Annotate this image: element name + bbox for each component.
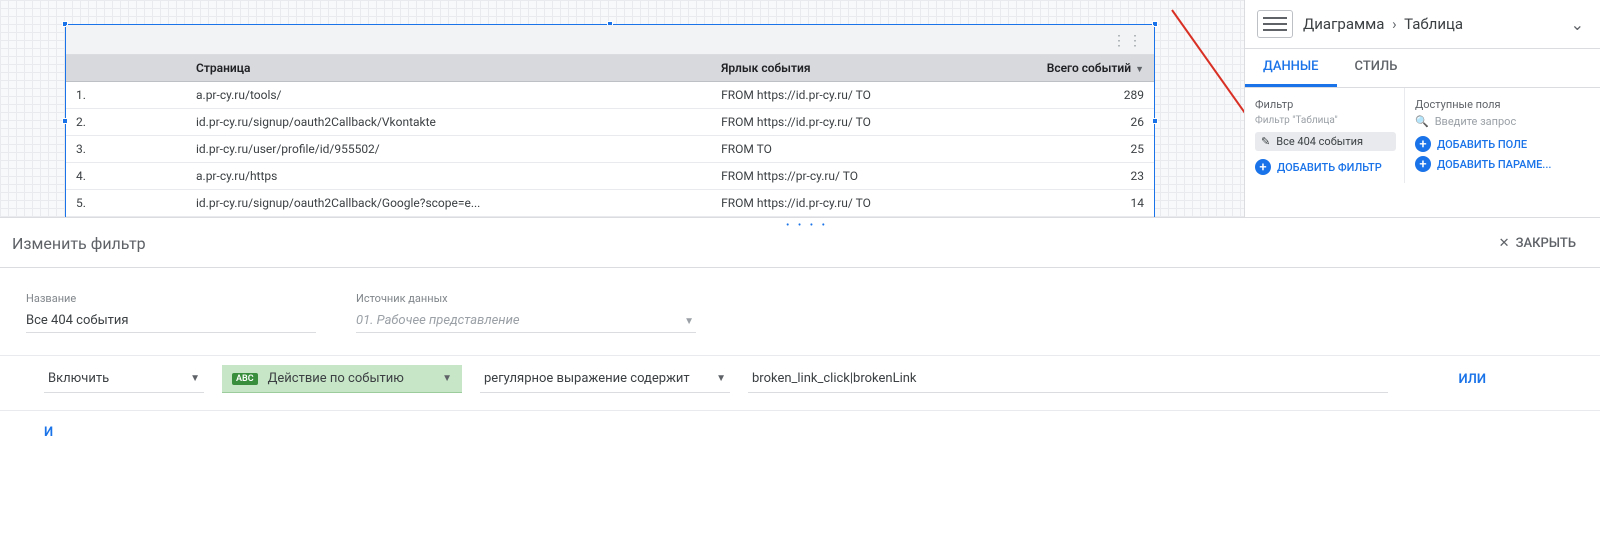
table-widget[interactable]: ⋮⋮ Страница Ярлык события Всего событий▼… [65, 24, 1155, 218]
operator-select[interactable]: регулярное выражение содержит▼ [480, 365, 730, 393]
close-icon: ✕ [1499, 236, 1510, 251]
row-index: 2. [66, 109, 186, 136]
condition-row: Включить▼ ABC Действие по событию ▼ регу… [0, 355, 1600, 411]
row-total: 25 [1004, 136, 1154, 163]
breadcrumb[interactable]: Диаграмма › Таблица [1303, 15, 1561, 33]
or-button[interactable]: ИЛИ [1458, 372, 1556, 387]
filter-editor-panel: Изменить фильтр ✕ ЗАКРЫТЬ Название Источ… [0, 226, 1600, 454]
condition-value-input[interactable] [748, 365, 1388, 393]
dimension-select[interactable]: ABC Действие по событию ▼ [222, 365, 462, 393]
rp-tabs: ДАННЫЕ СТИЛЬ [1245, 49, 1600, 88]
close-button[interactable]: ✕ ЗАКРЫТЬ [1499, 236, 1576, 251]
table-row[interactable]: 4.a.pr-cy.ru/httpsFROM https://pr-cy.ru/… [66, 163, 1154, 190]
filter-chip-label: Все 404 события [1276, 135, 1363, 148]
row-page: a.pr-cy.ru/tools/ [186, 82, 711, 109]
filter-sublabel: Фильтр "Таблица" [1255, 115, 1396, 126]
row-total: 14 [1004, 190, 1154, 217]
chevron-right-icon: › [1392, 15, 1397, 33]
drag-handle-icon[interactable]: ⋮⋮ [1112, 33, 1144, 49]
sort-desc-icon: ▼ [1135, 65, 1144, 75]
resize-handle[interactable] [62, 118, 68, 124]
breadcrumb-leaf: Таблица [1404, 15, 1463, 33]
row-label: FROM https://id.pr-cy.ru/ TO [711, 190, 1004, 217]
datasource-select[interactable] [356, 309, 696, 333]
row-label: FROM https://id.pr-cy.ru/ TO [711, 82, 1004, 109]
tab-data[interactable]: ДАННЫЕ [1245, 49, 1337, 87]
resize-handle[interactable] [1152, 118, 1158, 124]
col-index[interactable] [66, 55, 186, 82]
canvas-area[interactable]: ⋮⋮ Страница Ярлык события Всего событий▼… [0, 0, 1244, 218]
fields-section: Доступные поля 🔍 Введите запрос + ДОБАВИ… [1405, 88, 1600, 183]
data-table: Страница Ярлык события Всего событий▼ 1.… [66, 55, 1154, 217]
table-row[interactable]: 2.id.pr-cy.ru/signup/oauth2Callback/Vkon… [66, 109, 1154, 136]
and-button[interactable]: И [0, 411, 1600, 454]
field-search[interactable]: 🔍 Введите запрос [1415, 115, 1592, 128]
row-label: FROM https://id.pr-cy.ru/ TO [711, 109, 1004, 136]
search-icon: 🔍 [1415, 115, 1429, 128]
table-type-icon[interactable] [1257, 10, 1293, 38]
row-index: 1. [66, 82, 186, 109]
panel-divider[interactable] [0, 217, 1600, 218]
breadcrumb-root: Диаграмма [1303, 15, 1384, 33]
available-fields-label: Доступные поля [1415, 98, 1592, 111]
plus-icon: + [1415, 156, 1431, 172]
tab-style[interactable]: СТИЛЬ [1337, 49, 1416, 87]
row-label: FROM https://pr-cy.ru/ TO [711, 163, 1004, 190]
row-page: a.pr-cy.ru/https [186, 163, 711, 190]
editor-title: Изменить фильтр [12, 234, 146, 253]
chevron-down-icon: ▼ [684, 316, 694, 327]
ds-label: Источник данных [356, 292, 696, 305]
filter-chip[interactable]: ✎ Все 404 события [1255, 132, 1396, 151]
chevron-down-icon: ▼ [716, 373, 726, 384]
table-row[interactable]: 1.a.pr-cy.ru/tools/FROM https://id.pr-cy… [66, 82, 1154, 109]
chevron-down-icon: ▼ [190, 373, 200, 384]
name-field-group: Название [26, 292, 316, 333]
add-param-button[interactable]: + ДОБАВИТЬ ПАРАМЕ... [1415, 154, 1592, 174]
plus-icon: + [1415, 136, 1431, 152]
row-page: id.pr-cy.ru/signup/oauth2Callback/Google… [186, 190, 711, 217]
chevron-down-icon: ▼ [442, 373, 452, 384]
row-page: id.pr-cy.ru/signup/oauth2Callback/Vkonta… [186, 109, 711, 136]
col-total[interactable]: Всего событий▼ [1004, 55, 1154, 82]
row-index: 3. [66, 136, 186, 163]
right-panel: Диаграмма › Таблица ⌄ ДАННЫЕ СТИЛЬ Фильт… [1244, 0, 1600, 218]
name-label: Название [26, 292, 316, 305]
col-page[interactable]: Страница [186, 55, 711, 82]
rp-header: Диаграмма › Таблица ⌄ [1245, 0, 1600, 49]
row-total: 289 [1004, 82, 1154, 109]
row-index: 5. [66, 190, 186, 217]
include-exclude-select[interactable]: Включить▼ [44, 365, 204, 393]
table-row[interactable]: 3.id.pr-cy.ru/user/profile/id/955502/FRO… [66, 136, 1154, 163]
pencil-icon: ✎ [1261, 135, 1270, 148]
datasource-field-group: Источник данных ▼ [356, 292, 696, 333]
filter-label: Фильтр [1255, 98, 1396, 111]
abc-type-icon: ABC [232, 373, 258, 385]
plus-icon: + [1255, 159, 1271, 175]
search-placeholder: Введите запрос [1435, 115, 1517, 128]
row-label: FROM TO [711, 136, 1004, 163]
filter-name-input[interactable] [26, 309, 316, 333]
row-total: 23 [1004, 163, 1154, 190]
col-label[interactable]: Ярлык события [711, 55, 1004, 82]
chevron-down-icon[interactable]: ⌄ [1571, 15, 1588, 34]
row-page: id.pr-cy.ru/user/profile/id/955502/ [186, 136, 711, 163]
table-header-bar: ⋮⋮ [66, 25, 1154, 55]
add-filter-button[interactable]: + ДОБАВИТЬ ФИЛЬТР [1255, 157, 1396, 177]
row-index: 4. [66, 163, 186, 190]
filter-section: Фильтр Фильтр "Таблица" ✎ Все 404 событи… [1245, 88, 1405, 183]
add-field-button[interactable]: + ДОБАВИТЬ ПОЛЕ [1415, 134, 1592, 154]
row-total: 26 [1004, 109, 1154, 136]
table-row[interactable]: 5.id.pr-cy.ru/signup/oauth2Callback/Goog… [66, 190, 1154, 217]
